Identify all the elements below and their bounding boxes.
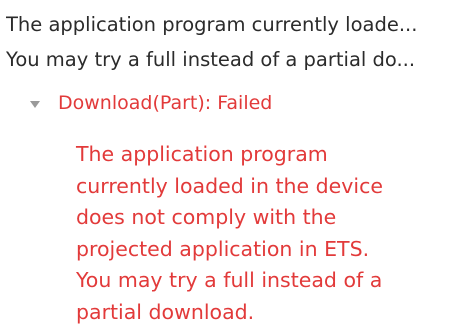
status-expander[interactable]: Download(Part): Failed xyxy=(30,88,272,118)
detail-line: projected application in ETS. xyxy=(76,236,370,261)
detail-line: currently loaded in the device xyxy=(76,173,383,198)
summary-line-2: You may try a full instead of a partial … xyxy=(6,48,416,71)
detail-line: You may try a full instead of a xyxy=(76,268,383,292)
detail-line: The application program xyxy=(76,142,328,166)
chevron-down-icon[interactable] xyxy=(30,100,40,108)
detail-line: does not comply with the xyxy=(76,205,337,229)
message-panel: The application program currently loade.… xyxy=(0,0,474,330)
status-label: Download(Part): Failed xyxy=(58,92,273,114)
error-detail: The application program currently loaded… xyxy=(76,139,456,328)
summary-line-1: The application program currently loade.… xyxy=(6,13,418,36)
detail-line: partial download. xyxy=(76,299,255,324)
